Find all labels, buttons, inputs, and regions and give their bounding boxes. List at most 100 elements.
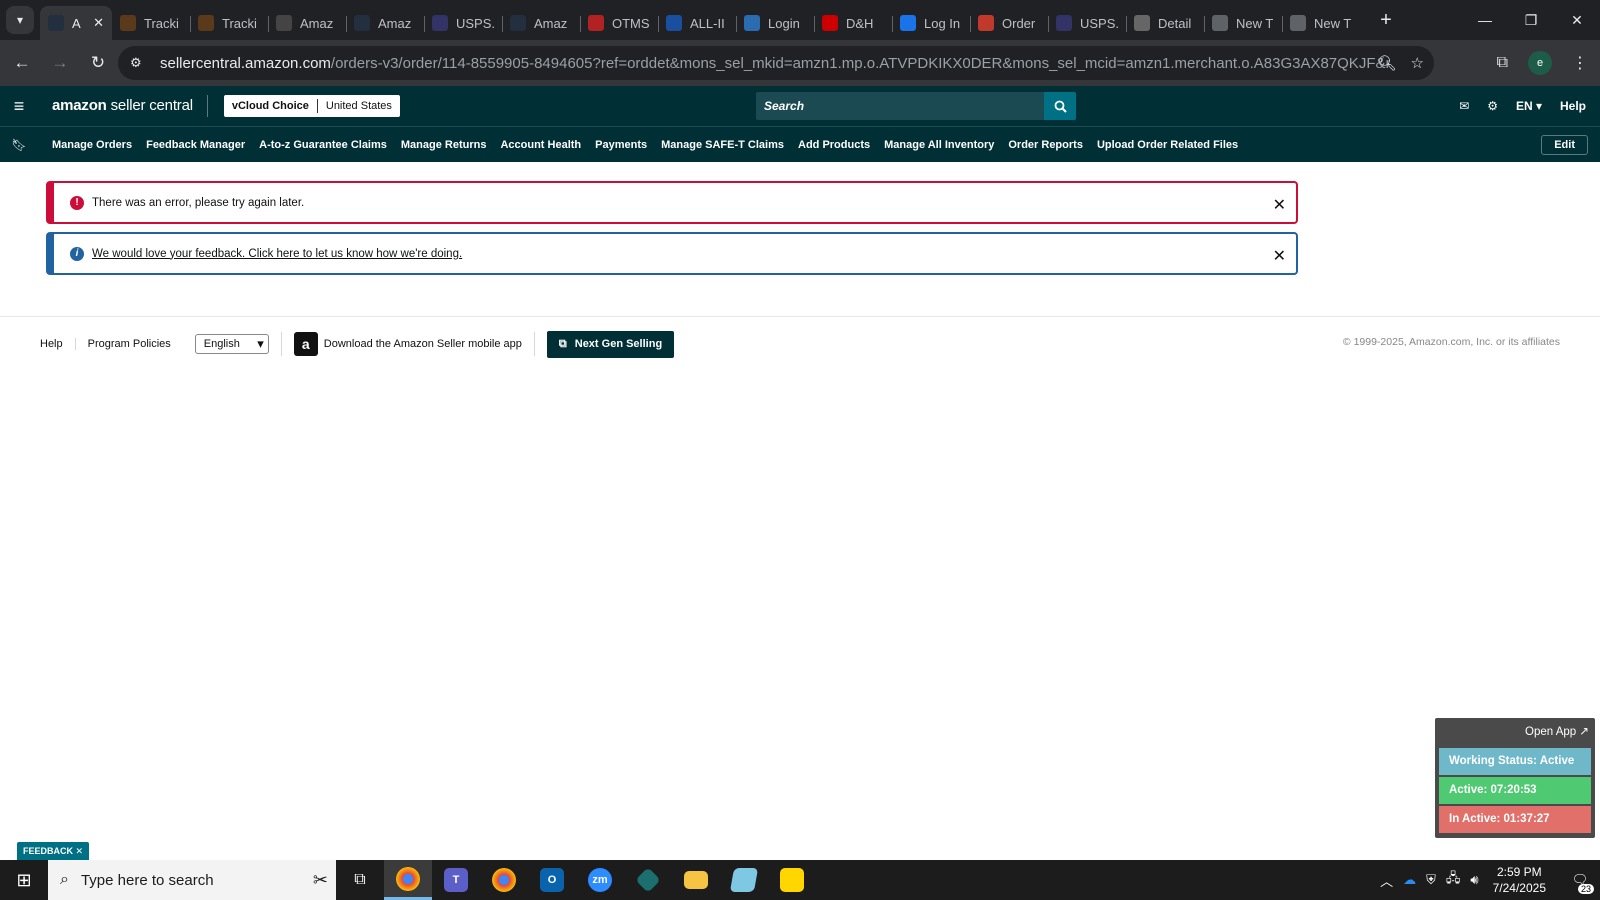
footer-help-link[interactable]: Help bbox=[40, 338, 76, 350]
nav-item[interactable]: Add Products bbox=[798, 139, 870, 151]
sticky-notes-taskbar-icon[interactable] bbox=[768, 860, 816, 900]
tray-expand-icon[interactable]: ︿ bbox=[1380, 871, 1393, 890]
back-icon[interactable]: ← bbox=[6, 47, 38, 79]
tab-title: Detail bbox=[1158, 15, 1192, 31]
network-icon[interactable]: 🖧︎ bbox=[1446, 869, 1461, 891]
nav-item[interactable]: Feedback Manager bbox=[146, 139, 245, 151]
nav-item[interactable]: Manage SAFE-T Claims bbox=[661, 139, 784, 151]
otms-favicon-icon bbox=[588, 15, 604, 31]
tab-title: Amaz bbox=[300, 15, 334, 31]
nav-item[interactable]: Manage All Inventory bbox=[884, 139, 994, 151]
close-feedback-icon[interactable]: ✕ bbox=[1273, 246, 1286, 266]
seller-central-logo[interactable]: amazon seller central bbox=[38, 95, 208, 117]
browser-tab[interactable]: Log In bbox=[892, 6, 970, 40]
reload-icon[interactable]: ↻ bbox=[82, 47, 114, 79]
zoom-icon[interactable]: 🔍︎ bbox=[1378, 54, 1397, 72]
extensions-icon[interactable]: ⧉ bbox=[1497, 54, 1508, 72]
tab-search-button[interactable]: ▾ bbox=[6, 6, 34, 34]
browser-tab[interactable]: New T bbox=[1282, 6, 1360, 40]
amazon-favicon-icon bbox=[510, 15, 526, 31]
browser-tab[interactable]: D&H bbox=[814, 6, 892, 40]
browser-tab[interactable]: USPS. bbox=[424, 6, 502, 40]
nav-item[interactable]: Manage Returns bbox=[401, 139, 487, 151]
bookmark-nav-bar: 🔖︎ Manage Orders Feedback Manager A-to-z G… bbox=[0, 126, 1600, 162]
browser-menu-icon[interactable]: ⋮ bbox=[1572, 53, 1588, 73]
settings-gear-icon[interactable]: ⚙ bbox=[1487, 99, 1498, 113]
nav-item[interactable]: A-to-z Guarantee Claims bbox=[259, 139, 387, 151]
teams-taskbar-icon[interactable]: T bbox=[432, 860, 480, 900]
browser-tab[interactable]: OTMS bbox=[580, 6, 658, 40]
account-switcher[interactable]: vCloud Choice United States bbox=[223, 95, 400, 117]
profile-avatar[interactable]: e bbox=[1528, 51, 1552, 75]
bookmark-icon[interactable]: 🔖︎ bbox=[0, 138, 38, 152]
new-tab-button[interactable]: + bbox=[1372, 9, 1400, 32]
search-input[interactable]: Search bbox=[756, 92, 1044, 120]
browser-tab[interactable]: Login bbox=[736, 6, 814, 40]
17track-favicon-icon bbox=[666, 15, 682, 31]
next-gen-selling-button[interactable]: ⧉ Next Gen Selling bbox=[546, 330, 675, 358]
error-icon: ! bbox=[70, 195, 84, 210]
notification-center-icon[interactable]: 🗨︎ 23 bbox=[1560, 860, 1600, 900]
mail-icon[interactable]: ✉ bbox=[1459, 99, 1469, 113]
onedrive-icon[interactable]: ☁ bbox=[1403, 872, 1416, 888]
task-view-icon[interactable]: ⧉ bbox=[336, 860, 384, 900]
volume-icon[interactable]: 🔊︎ bbox=[1470, 872, 1478, 888]
browser-tab[interactable]: Amaz bbox=[346, 6, 424, 40]
tab-title: Login bbox=[768, 15, 800, 31]
browser-tab[interactable]: ALL-II bbox=[658, 6, 736, 40]
browser-tab[interactable]: Tracki bbox=[190, 6, 268, 40]
site-info-icon[interactable]: ⚙ bbox=[130, 55, 150, 71]
browser-tab[interactable]: A ✕ bbox=[40, 6, 112, 40]
outlook-taskbar-icon[interactable]: O bbox=[528, 860, 576, 900]
close-tab-icon[interactable]: ✕ bbox=[93, 15, 104, 31]
open-app-link[interactable]: Open App ↗ bbox=[1525, 724, 1589, 738]
address-bar[interactable]: ⚙ sellercentral.amazon.com/orders-v3/ord… bbox=[118, 46, 1434, 80]
zoom-taskbar-icon[interactable]: zm bbox=[576, 860, 624, 900]
taskbar-search[interactable]: ⌕ Type here to search ✂ bbox=[48, 860, 336, 900]
file-explorer-taskbar-icon[interactable] bbox=[672, 860, 720, 900]
security-icon[interactable]: ⛨ bbox=[1426, 872, 1436, 888]
seller-app-icon[interactable]: a bbox=[293, 332, 318, 356]
nav-item[interactable]: Manage Orders bbox=[52, 139, 132, 151]
nav-item[interactable]: Order Reports bbox=[1008, 139, 1083, 151]
search-icon[interactable] bbox=[1044, 92, 1076, 120]
nav-item[interactable]: Payments bbox=[595, 139, 647, 151]
bookmark-star-icon[interactable]: ☆ bbox=[1411, 54, 1424, 72]
language-select[interactable]: English bbox=[194, 334, 269, 354]
system-tray: ︿ ☁ ⛨ 🖧︎ 🔊︎ 2:59 PM 7/24/2025 🗨︎ 23 bbox=[1380, 860, 1600, 900]
windows-taskbar: ⊞ ⌕ Type here to search ✂ ⧉ T O zm ︿ ☁ ⛨… bbox=[0, 860, 1600, 900]
clock[interactable]: 2:59 PM 7/24/2025 bbox=[1493, 864, 1546, 896]
amazon-favicon-icon bbox=[276, 15, 292, 31]
feedback-tab[interactable]: FEEDBACK ✕ bbox=[17, 842, 90, 860]
chrome-taskbar-icon[interactable] bbox=[384, 860, 432, 900]
close-error-icon[interactable]: ✕ bbox=[1273, 195, 1286, 215]
program-policies-link[interactable]: Program Policies bbox=[88, 338, 183, 350]
help-link[interactable]: Help bbox=[1560, 99, 1586, 113]
minimize-icon[interactable]: — bbox=[1462, 0, 1508, 40]
browser-tab[interactable]: New T bbox=[1204, 6, 1282, 40]
restore-icon[interactable]: ❐ bbox=[1508, 0, 1554, 40]
url-text[interactable]: sellercentral.amazon.com/orders-v3/order… bbox=[160, 55, 1390, 72]
windows-start-icon[interactable]: ⊞ bbox=[0, 860, 48, 900]
nav-item[interactable]: Upload Order Related Files bbox=[1097, 139, 1238, 151]
browser-tab[interactable]: Order bbox=[970, 6, 1048, 40]
error-message: There was an error, please try again lat… bbox=[92, 196, 305, 209]
vpn-taskbar-icon[interactable] bbox=[624, 860, 672, 900]
browser-toolbar: ← → ↻ ⚙ sellercentral.amazon.com/orders-… bbox=[0, 40, 1600, 86]
feedback-link[interactable]: We would love your feedback. Click here … bbox=[92, 248, 462, 260]
hamburger-menu-icon[interactable]: ≡ bbox=[0, 96, 38, 117]
browser-tab[interactable]: Detail bbox=[1126, 6, 1204, 40]
notepad-taskbar-icon[interactable] bbox=[720, 860, 768, 900]
browser-tab[interactable]: Amaz bbox=[502, 6, 580, 40]
forward-icon[interactable]: → bbox=[44, 47, 76, 79]
seller-app-link[interactable]: Download the Amazon Seller mobile app bbox=[324, 332, 535, 356]
seller-central-header: ≡ amazon seller central vCloud Choice Un… bbox=[0, 86, 1600, 126]
browser-tab[interactable]: USPS. bbox=[1048, 6, 1126, 40]
edit-bookmarks-button[interactable]: Edit bbox=[1541, 135, 1588, 155]
browser-tab[interactable]: Amaz bbox=[268, 6, 346, 40]
chrome-profile-taskbar-icon[interactable] bbox=[480, 860, 528, 900]
language-selector[interactable]: EN ▾ bbox=[1516, 99, 1542, 113]
close-window-icon[interactable]: ✕ bbox=[1554, 0, 1600, 40]
browser-tab[interactable]: Tracki bbox=[112, 6, 190, 40]
nav-item[interactable]: Account Health bbox=[500, 139, 581, 151]
